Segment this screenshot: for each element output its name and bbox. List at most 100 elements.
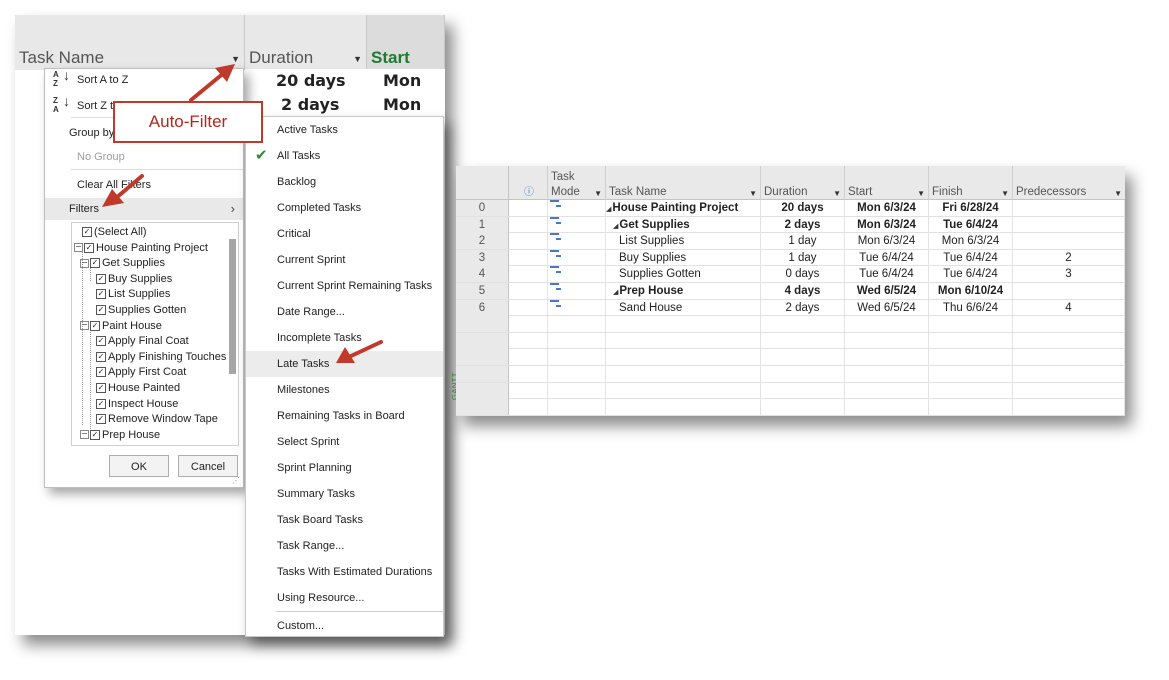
row-id-cell[interactable]: 3: [456, 249, 509, 266]
filter-item-select-sprint[interactable]: Select Sprint: [246, 429, 443, 455]
collapse-triangle-icon[interactable]: ◢: [613, 223, 618, 230]
predecessors-cell[interactable]: 3: [1013, 266, 1125, 283]
tree-item[interactable]: ✓ List Supplies: [96, 288, 170, 303]
dropdown-arrow-icon[interactable]: ▼: [749, 189, 757, 198]
start-cell[interactable]: Tue 6/4/24: [845, 266, 929, 283]
filter-item-remaining-tasks-in-board[interactable]: Remaining Tasks in Board: [246, 403, 443, 429]
task-name-cell[interactable]: Supplies Gotten: [606, 266, 761, 283]
checkbox-checked-icon[interactable]: ✓: [90, 429, 100, 440]
task-name-cell[interactable]: [606, 399, 761, 416]
task-mode-cell[interactable]: [548, 233, 606, 250]
predecessors-cell[interactable]: [1013, 216, 1125, 233]
filter-item-late-tasks[interactable]: Late Tasks: [246, 351, 443, 377]
predecessors-cell[interactable]: [1013, 200, 1125, 216]
task-name-cell[interactable]: [606, 366, 761, 382]
task-name-column-header[interactable]: Task Name ▼: [606, 166, 761, 200]
row-id-cell[interactable]: [456, 316, 509, 333]
collapse-triangle-icon[interactable]: ◢: [613, 289, 618, 296]
task-name-cell[interactable]: ◢House Painting Project: [606, 200, 761, 216]
predecessors-cell[interactable]: [1013, 233, 1125, 250]
finish-cell[interactable]: Fri 6/28/24: [929, 200, 1013, 216]
finish-cell[interactable]: [929, 366, 1013, 382]
duration-cell[interactable]: 2 days: [761, 216, 845, 233]
checkbox-checked-icon[interactable]: ✓: [90, 320, 100, 331]
table-row[interactable]: [456, 366, 1125, 383]
duration-cell[interactable]: 20 days: [761, 200, 845, 216]
table-row[interactable]: [456, 316, 1125, 333]
indicator-cell[interactable]: [509, 200, 548, 216]
predecessors-cell[interactable]: [1013, 349, 1125, 366]
duration-cell[interactable]: [761, 366, 845, 382]
filter-item-milestones[interactable]: Milestones: [246, 377, 443, 403]
checkbox-checked-icon[interactable]: ✓: [84, 242, 94, 253]
predecessors-column-header[interactable]: Predecessors ▼: [1013, 166, 1125, 200]
row-id-cell[interactable]: [456, 399, 509, 416]
tree-item[interactable]: − ✓ Paint House: [80, 320, 162, 335]
predecessors-cell[interactable]: [1013, 366, 1125, 382]
task-name-column-header[interactable]: Task Name ▼: [15, 15, 245, 70]
duration-cell[interactable]: 1 day: [761, 249, 845, 266]
row-id-cell[interactable]: [456, 332, 509, 349]
task-mode-cell[interactable]: [548, 399, 606, 416]
task-name-cell[interactable]: Buy Supplies: [606, 249, 761, 266]
tree-item[interactable]: − ✓ House Painting Project: [74, 242, 208, 257]
tree-item[interactable]: ✓ Remove Window Tape: [96, 413, 218, 428]
tree-item[interactable]: ✓ (Select All): [82, 226, 147, 241]
task-mode-cell[interactable]: [548, 249, 606, 266]
task-name-autofilter-arrow-icon[interactable]: ▼: [231, 54, 240, 64]
row-id-cell[interactable]: 1: [456, 216, 509, 233]
checkbox-checked-icon[interactable]: ✓: [90, 258, 100, 269]
predecessors-cell[interactable]: [1013, 399, 1125, 416]
dropdown-arrow-icon[interactable]: ▼: [833, 189, 841, 198]
task-mode-cell[interactable]: [548, 216, 606, 233]
checkbox-checked-icon[interactable]: ✓: [96, 289, 106, 300]
tree-item[interactable]: ✓ Buy Supplies: [96, 273, 172, 288]
dropdown-arrow-icon[interactable]: ▼: [1001, 189, 1009, 198]
task-mode-cell[interactable]: [548, 332, 606, 349]
duration-cell[interactable]: [761, 349, 845, 366]
start-cell[interactable]: [845, 382, 929, 399]
duration-cell[interactable]: 1 day: [761, 233, 845, 250]
checkbox-checked-icon[interactable]: ✓: [96, 398, 106, 409]
task-name-cell[interactable]: ◢Get Supplies: [606, 216, 761, 233]
start-cell[interactable]: [845, 399, 929, 416]
tree-item[interactable]: ✓ Supplies Gotten: [96, 304, 186, 319]
row-id-cell[interactable]: 4: [456, 266, 509, 283]
tree-item[interactable]: ✓ Apply Finishing Touches: [96, 351, 226, 366]
task-mode-column-header[interactable]: Task Mode ▼: [548, 166, 606, 200]
task-mode-cell[interactable]: [548, 283, 606, 299]
table-row[interactable]: 0 ◢House Painting Project 20 days Mon 6/3/2…: [456, 200, 1125, 217]
predecessors-cell[interactable]: 2: [1013, 249, 1125, 266]
row-id-cell[interactable]: 2: [456, 233, 509, 250]
duration-column-header[interactable]: Duration ▼: [245, 15, 367, 70]
finish-cell[interactable]: Mon 6/10/24: [929, 283, 1013, 299]
checkbox-checked-icon[interactable]: ✓: [96, 273, 106, 284]
finish-cell[interactable]: [929, 382, 1013, 399]
finish-column-header[interactable]: Finish ▼: [929, 166, 1013, 200]
table-row[interactable]: [456, 399, 1125, 416]
collapse-icon[interactable]: −: [80, 430, 89, 440]
indicator-cell[interactable]: [509, 266, 548, 283]
checkbox-checked-icon[interactable]: ✓: [96, 336, 106, 347]
clear-all-filters-item[interactable]: Clear All Filters: [45, 174, 243, 196]
table-row[interactable]: [456, 349, 1125, 366]
start-column-header[interactable]: Start: [367, 15, 445, 70]
table-row[interactable]: 2 List Supplies 1 day Mon 6/3/24 Mon 6/3/24: [456, 233, 1125, 250]
filter-item-using-resource[interactable]: Using Resource...: [246, 585, 443, 611]
filter-item-current-sprint[interactable]: Current Sprint: [246, 247, 443, 273]
duration-cell[interactable]: [761, 332, 845, 349]
duration-autofilter-arrow-icon[interactable]: ▼: [353, 54, 362, 64]
finish-cell[interactable]: Mon 6/3/24: [929, 233, 1013, 250]
indicator-cell[interactable]: [509, 299, 548, 316]
filter-item-completed-tasks[interactable]: Completed Tasks: [246, 195, 443, 221]
tree-item[interactable]: ✓ Apply Final Coat: [96, 335, 189, 350]
row-id-cell[interactable]: 5: [456, 283, 509, 299]
filter-item-sprint-planning[interactable]: Sprint Planning: [246, 455, 443, 481]
predecessors-cell[interactable]: [1013, 332, 1125, 349]
indicator-cell[interactable]: [509, 382, 548, 399]
row-id-cell[interactable]: 0: [456, 200, 509, 216]
duration-cell[interactable]: 0 days: [761, 266, 845, 283]
task-name-cell[interactable]: [606, 382, 761, 399]
collapse-icon[interactable]: −: [80, 258, 89, 268]
start-cell[interactable]: [845, 366, 929, 382]
